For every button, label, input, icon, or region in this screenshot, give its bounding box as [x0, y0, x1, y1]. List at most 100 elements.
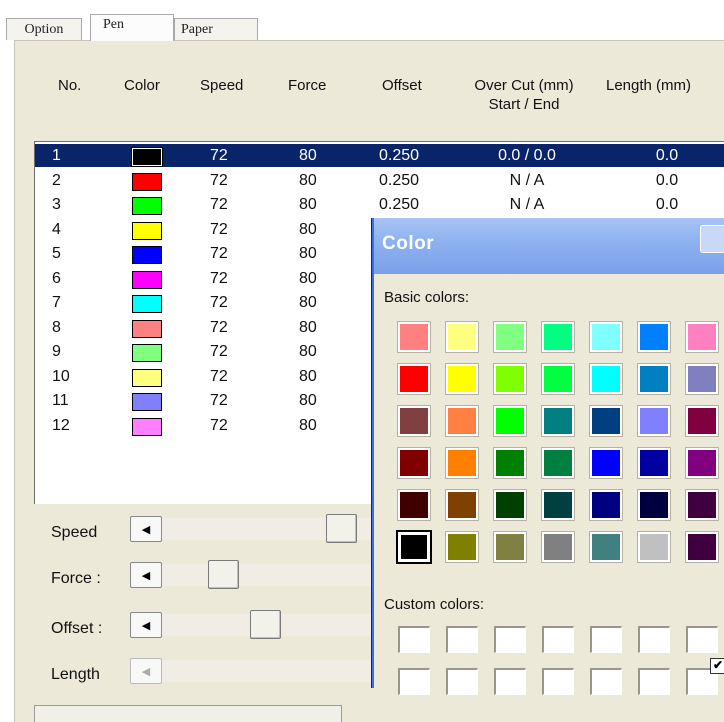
custom-color-swatch[interactable] [590, 668, 622, 695]
basic-color-swatch[interactable] [493, 405, 527, 437]
header-length: Length (mm) [606, 77, 692, 94]
custom-color-swatch[interactable] [686, 626, 718, 653]
pen-color-swatch[interactable] [132, 319, 162, 338]
basic-color-swatch[interactable] [397, 321, 431, 353]
pen-number: 3 [52, 196, 61, 213]
speed-slider-thumb[interactable] [326, 514, 357, 543]
checkbox[interactable]: ✔ [710, 658, 724, 674]
color-dialog-titlebar[interactable]: Color [374, 218, 724, 274]
custom-color-swatch[interactable] [494, 626, 526, 653]
table-row[interactable]: 1 72 80 0.250 0.0 / 0.0 0.0 [35, 144, 724, 167]
custom-color-swatch[interactable] [638, 668, 670, 695]
basic-color-swatch[interactable] [493, 321, 527, 353]
basic-color-swatch[interactable] [685, 405, 719, 437]
custom-color-swatch[interactable] [638, 626, 670, 653]
pen-color-swatch[interactable] [132, 393, 162, 411]
basic-color-swatch[interactable] [541, 405, 575, 437]
basic-color-swatch[interactable] [637, 363, 671, 395]
basic-color-swatch[interactable] [589, 531, 623, 563]
basic-color-swatch[interactable] [445, 447, 479, 479]
basic-color-swatch[interactable] [445, 531, 479, 563]
pen-color-swatch[interactable] [132, 270, 162, 289]
speed-left-arrow-icon[interactable]: ◀ [130, 516, 162, 542]
pen-speed: 72 [210, 343, 228, 360]
pen-color-swatch[interactable] [132, 344, 162, 362]
basic-color-swatch[interactable] [541, 531, 575, 563]
basic-color-swatch[interactable] [685, 321, 719, 353]
basic-color-swatch[interactable] [685, 489, 719, 521]
basic-color-swatch[interactable] [637, 531, 671, 563]
basic-color-swatch[interactable] [637, 489, 671, 521]
tab-pen-label: Pen [103, 17, 124, 32]
pen-speed: 72 [210, 171, 228, 189]
tab-paper-label: Paper [181, 21, 213, 37]
basic-color-swatch[interactable] [637, 321, 671, 353]
pen-color-swatch[interactable] [132, 221, 162, 240]
table-row[interactable]: 3 72 80 0.250 N / A 0.0 [35, 193, 724, 216]
pen-color-swatch[interactable] [132, 417, 162, 436]
force-slider-thumb[interactable] [208, 560, 239, 589]
close-icon[interactable] [700, 225, 724, 253]
basic-color-swatch[interactable] [397, 405, 431, 437]
basic-color-swatch[interactable] [589, 363, 623, 395]
basic-color-swatch[interactable] [397, 489, 431, 521]
pen-number: 9 [52, 343, 61, 360]
tab-paper[interactable]: Paper [174, 18, 258, 40]
basic-color-swatch[interactable] [541, 489, 575, 521]
force-left-arrow-icon[interactable]: ◀ [130, 562, 162, 588]
pen-speed: 72 [210, 269, 228, 287]
offset-left-arrow-icon[interactable]: ◀ [130, 612, 162, 638]
custom-colors-label: Custom colors: [384, 596, 485, 613]
basic-color-swatch[interactable] [541, 321, 575, 353]
custom-color-swatch[interactable] [590, 626, 622, 653]
basic-color-swatch[interactable] [685, 531, 719, 563]
pen-force: 80 [299, 196, 317, 213]
pen-number: 1 [52, 147, 61, 164]
basic-color-swatch[interactable] [397, 363, 431, 395]
pen-color-swatch[interactable] [132, 295, 162, 313]
pen-color-swatch[interactable] [132, 368, 162, 387]
pen-color-swatch[interactable] [132, 172, 162, 191]
basic-color-swatch[interactable] [589, 447, 623, 479]
basic-color-swatch[interactable] [445, 363, 479, 395]
speed-label: Speed [51, 524, 98, 541]
basic-color-swatch[interactable] [396, 530, 432, 564]
basic-color-swatch[interactable] [685, 447, 719, 479]
header-offset: Offset [382, 77, 422, 94]
basic-color-swatch[interactable] [493, 447, 527, 479]
basic-color-swatch[interactable] [541, 363, 575, 395]
basic-color-swatch[interactable] [589, 321, 623, 353]
pen-number: 2 [52, 171, 61, 189]
custom-color-swatch[interactable] [446, 668, 478, 695]
basic-color-swatch[interactable] [637, 405, 671, 437]
basic-color-swatch[interactable] [493, 489, 527, 521]
pen-length: 0.0 [655, 196, 679, 213]
offset-slider-thumb[interactable] [250, 610, 281, 639]
pen-color-swatch[interactable] [132, 246, 162, 264]
custom-color-swatch[interactable] [494, 668, 526, 695]
basic-color-swatch[interactable] [445, 489, 479, 521]
pen-color-swatch[interactable] [131, 147, 163, 167]
pen-force: 80 [299, 269, 317, 287]
basic-color-swatch[interactable] [541, 447, 575, 479]
pen-color-swatch[interactable] [132, 197, 162, 215]
basic-color-swatch[interactable] [445, 321, 479, 353]
basic-color-swatch[interactable] [493, 531, 527, 563]
custom-color-swatch[interactable] [542, 668, 574, 695]
table-row[interactable]: 2 72 80 0.250 N / A 0.0 [35, 169, 724, 192]
tab-option[interactable]: Option [6, 18, 82, 40]
basic-color-swatch[interactable] [397, 447, 431, 479]
custom-color-swatch[interactable] [398, 626, 430, 653]
basic-color-swatch[interactable] [589, 489, 623, 521]
length-left-arrow-icon[interactable]: ◀ [130, 658, 162, 684]
custom-color-swatch[interactable] [542, 626, 574, 653]
basic-color-swatch[interactable] [589, 405, 623, 437]
custom-color-swatch[interactable] [446, 626, 478, 653]
pen-number: 12 [52, 416, 70, 434]
basic-color-swatch[interactable] [685, 363, 719, 395]
custom-color-swatch[interactable] [398, 668, 430, 695]
basic-color-swatch[interactable] [445, 405, 479, 437]
tab-pen[interactable]: Pen [90, 14, 174, 41]
basic-color-swatch[interactable] [637, 447, 671, 479]
basic-color-swatch[interactable] [493, 363, 527, 395]
